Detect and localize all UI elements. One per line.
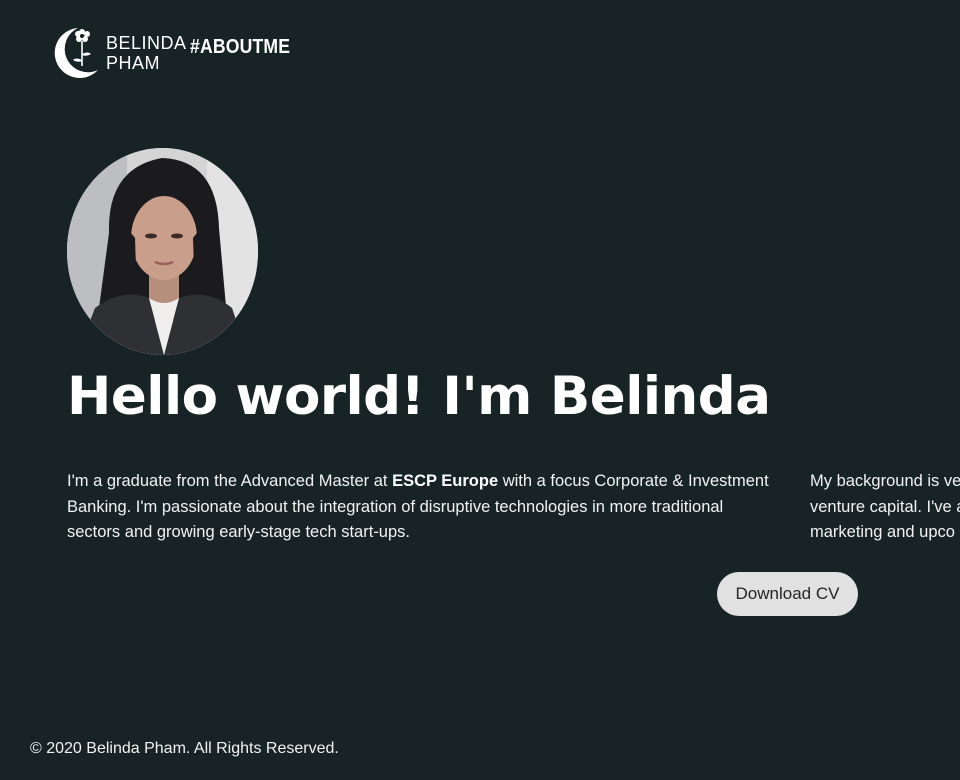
background-paragraph: My background is ve venture capital. I've… [810,469,960,546]
intro-text-start: I'm a graduate from the Advanced Master … [67,472,393,490]
profile-photo [67,148,258,355]
hero-title: Hello world! I'm Belinda [67,366,771,427]
intro-paragraph: I'm a graduate from the Advanced Master … [67,469,779,546]
footer-copyright: © 2020 Belinda Pham. All Rights Reserved… [30,740,339,757]
logo-line-last: PHAM [106,53,161,73]
moon-flower-logo-icon [54,28,98,78]
background-line: marketing and upco [810,523,955,541]
about-me-link[interactable]: #ABOUTME [190,36,290,59]
portrait-image [67,148,258,355]
background-line: venture capital. I've a [810,497,960,516]
school-name: ESCP Europe [392,472,499,490]
background-line: My background is ve [810,472,960,490]
logo-line-first: BELINDA [106,33,187,53]
logo-text: BELINDA PHAM [106,33,187,73]
page: BELINDA PHAM #ABOUTME Hello world! I'm B… [0,0,960,780]
logo-link[interactable]: BELINDA PHAM [48,24,187,82]
download-cv-button[interactable]: Download CV [717,572,858,616]
